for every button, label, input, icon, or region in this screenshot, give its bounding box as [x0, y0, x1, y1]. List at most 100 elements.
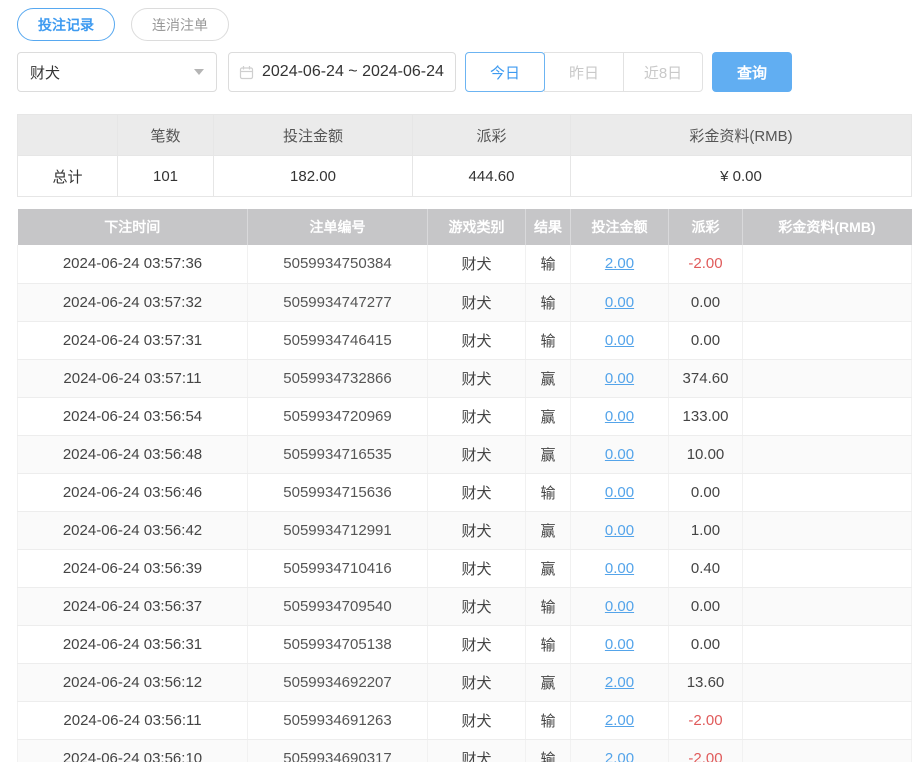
tab-bet-records[interactable]: 投注记录 — [17, 8, 115, 41]
game-type-cell: 财犬 — [428, 473, 526, 511]
bonus-cell — [743, 701, 912, 739]
bet-time-cell: 2024-06-24 03:56:37 — [18, 587, 248, 625]
bonus-cell — [743, 549, 912, 587]
order-number-cell: 5059934716535 — [248, 435, 428, 473]
summary-header-count: 笔数 — [118, 115, 214, 156]
game-type-cell: 财犬 — [428, 397, 526, 435]
top-tabs: 投注记录 连消注单 — [17, 8, 911, 41]
summary-header-payout: 派彩 — [413, 115, 571, 156]
result-cell: 输 — [526, 283, 571, 321]
game-type-cell: 财犬 — [428, 587, 526, 625]
table-row: 2024-06-24 03:57:315059934746415财犬输0.000… — [18, 321, 912, 359]
bet-amount-link[interactable]: 0.00 — [605, 522, 634, 539]
order-number-cell: 5059934692207 — [248, 663, 428, 701]
bet-amount-cell: 0.00 — [571, 549, 669, 587]
bet-amount-link[interactable]: 0.00 — [605, 598, 634, 615]
payout-cell: 0.40 — [669, 549, 743, 587]
bonus-cell — [743, 587, 912, 625]
bet-amount-cell: 0.00 — [571, 473, 669, 511]
date-range-input[interactable]: 2024-06-24 ~ 2024-06-24 — [228, 52, 456, 92]
result-cell: 输 — [526, 321, 571, 359]
payout-cell: 0.00 — [669, 283, 743, 321]
payout-cell: 1.00 — [669, 511, 743, 549]
bet-amount-link[interactable]: 2.00 — [605, 712, 634, 729]
game-type-cell: 财犬 — [428, 511, 526, 549]
order-number-cell: 5059934715636 — [248, 473, 428, 511]
header-order-number: 注单编号 — [248, 209, 428, 245]
calendar-icon — [239, 65, 254, 80]
bet-amount-cell: 0.00 — [571, 587, 669, 625]
order-number-cell: 5059934732866 — [248, 359, 428, 397]
payout-cell: 374.60 — [669, 359, 743, 397]
bet-time-cell: 2024-06-24 03:56:48 — [18, 435, 248, 473]
chevron-down-icon — [194, 69, 204, 75]
header-bet-time: 下注时间 — [18, 209, 248, 245]
game-type-cell: 财犬 — [428, 359, 526, 397]
filter-bar: 财犬 2024-06-24 ~ 2024-06-24 今日 昨日 近8日 查询 — [17, 52, 911, 92]
table-row: 2024-06-24 03:56:545059934720969财犬赢0.001… — [18, 397, 912, 435]
summary-table: 笔数 投注金额 派彩 彩金资料(RMB) 总计 101 182.00 444.6… — [17, 114, 912, 197]
bet-amount-link[interactable]: 0.00 — [605, 370, 634, 387]
summary-total-label: 总计 — [18, 156, 118, 197]
bet-amount-cell: 0.00 — [571, 283, 669, 321]
bet-amount-link[interactable]: 0.00 — [605, 332, 634, 349]
payout-cell: -2.00 — [669, 701, 743, 739]
result-cell: 赢 — [526, 511, 571, 549]
table-row: 2024-06-24 03:56:465059934715636财犬输0.000… — [18, 473, 912, 511]
bet-amount-link[interactable]: 2.00 — [605, 750, 634, 762]
summary-header-row: 笔数 投注金额 派彩 彩金资料(RMB) — [18, 115, 912, 156]
header-payout: 派彩 — [669, 209, 743, 245]
table-row: 2024-06-24 03:56:315059934705138财犬输0.000… — [18, 625, 912, 663]
bet-amount-cell: 2.00 — [571, 701, 669, 739]
summary-total-payout: 444.60 — [413, 156, 571, 197]
table-row: 2024-06-24 03:56:115059934691263财犬输2.00-… — [18, 701, 912, 739]
game-type-cell: 财犬 — [428, 739, 526, 762]
bet-amount-link[interactable]: 0.00 — [605, 560, 634, 577]
bonus-cell — [743, 245, 912, 283]
result-cell: 赢 — [526, 549, 571, 587]
summary-total-bonus: ¥ 0.00 — [571, 156, 912, 197]
bet-amount-cell: 2.00 — [571, 663, 669, 701]
bet-amount-link[interactable]: 0.00 — [605, 408, 634, 425]
table-row: 2024-06-24 03:56:375059934709540财犬输 0.00 0… — [18, 587, 912, 625]
bet-amount-link[interactable]: 0.00 — [605, 294, 634, 311]
summary-header-empty — [18, 115, 118, 156]
bet-time-cell: 2024-06-24 03:56:11 — [18, 701, 248, 739]
bet-time-cell: 2024-06-24 03:56:10 — [18, 739, 248, 762]
bonus-cell — [743, 397, 912, 435]
bet-table-body: 2024-06-24 03:57:365059934750384财犬输2.00-… — [18, 245, 912, 762]
tab-cancelled-orders[interactable]: 连消注单 — [131, 8, 229, 41]
last-8-days-button[interactable]: 近8日 — [623, 52, 703, 92]
bet-time-cell: 2024-06-24 03:56:54 — [18, 397, 248, 435]
bonus-cell — [743, 511, 912, 549]
summary-header-bonus: 彩金资料(RMB) — [571, 115, 912, 156]
result-cell: 输 — [526, 473, 571, 511]
order-number-cell: 5059934746415 — [248, 321, 428, 359]
result-cell: 赢 — [526, 435, 571, 473]
bet-amount-link[interactable]: 0.00 — [605, 636, 634, 653]
table-row: 2024-06-24 03:57:325059934747277财犬输0.000… — [18, 283, 912, 321]
result-cell: 输 — [526, 739, 571, 762]
bonus-cell — [743, 663, 912, 701]
payout-cell: 133.00 — [669, 397, 743, 435]
bet-amount-link[interactable]: 0.00 — [605, 484, 634, 501]
bet-amount-link[interactable]: 2.00 — [605, 674, 634, 691]
summary-total-row: 总计 101 182.00 444.60 ¥ 0.00 — [18, 156, 912, 197]
search-button[interactable]: 查询 — [712, 52, 792, 92]
bonus-cell — [743, 435, 912, 473]
game-select-value: 财犬 — [30, 62, 60, 83]
result-cell: 输 — [526, 587, 571, 625]
yesterday-button[interactable]: 昨日 — [544, 52, 624, 92]
bet-amount-link[interactable]: 0.00 — [605, 446, 634, 463]
today-button[interactable]: 今日 — [465, 52, 545, 92]
game-select[interactable]: 财犬 — [17, 52, 217, 92]
payout-cell: 0.00 — [669, 587, 743, 625]
order-number-cell: 5059934709540 — [248, 587, 428, 625]
bet-amount-cell: 0.00 — [571, 321, 669, 359]
table-header-row: 下注时间 注单编号 游戏类别 结果 投注金额 派彩 彩金资料(RMB) — [18, 209, 912, 245]
result-cell: 赢 — [526, 663, 571, 701]
header-game-type: 游戏类别 — [428, 209, 526, 245]
bet-amount-link[interactable]: 2.00 — [605, 255, 634, 272]
payout-cell: 0.00 — [669, 473, 743, 511]
game-type-cell: 财犬 — [428, 625, 526, 663]
